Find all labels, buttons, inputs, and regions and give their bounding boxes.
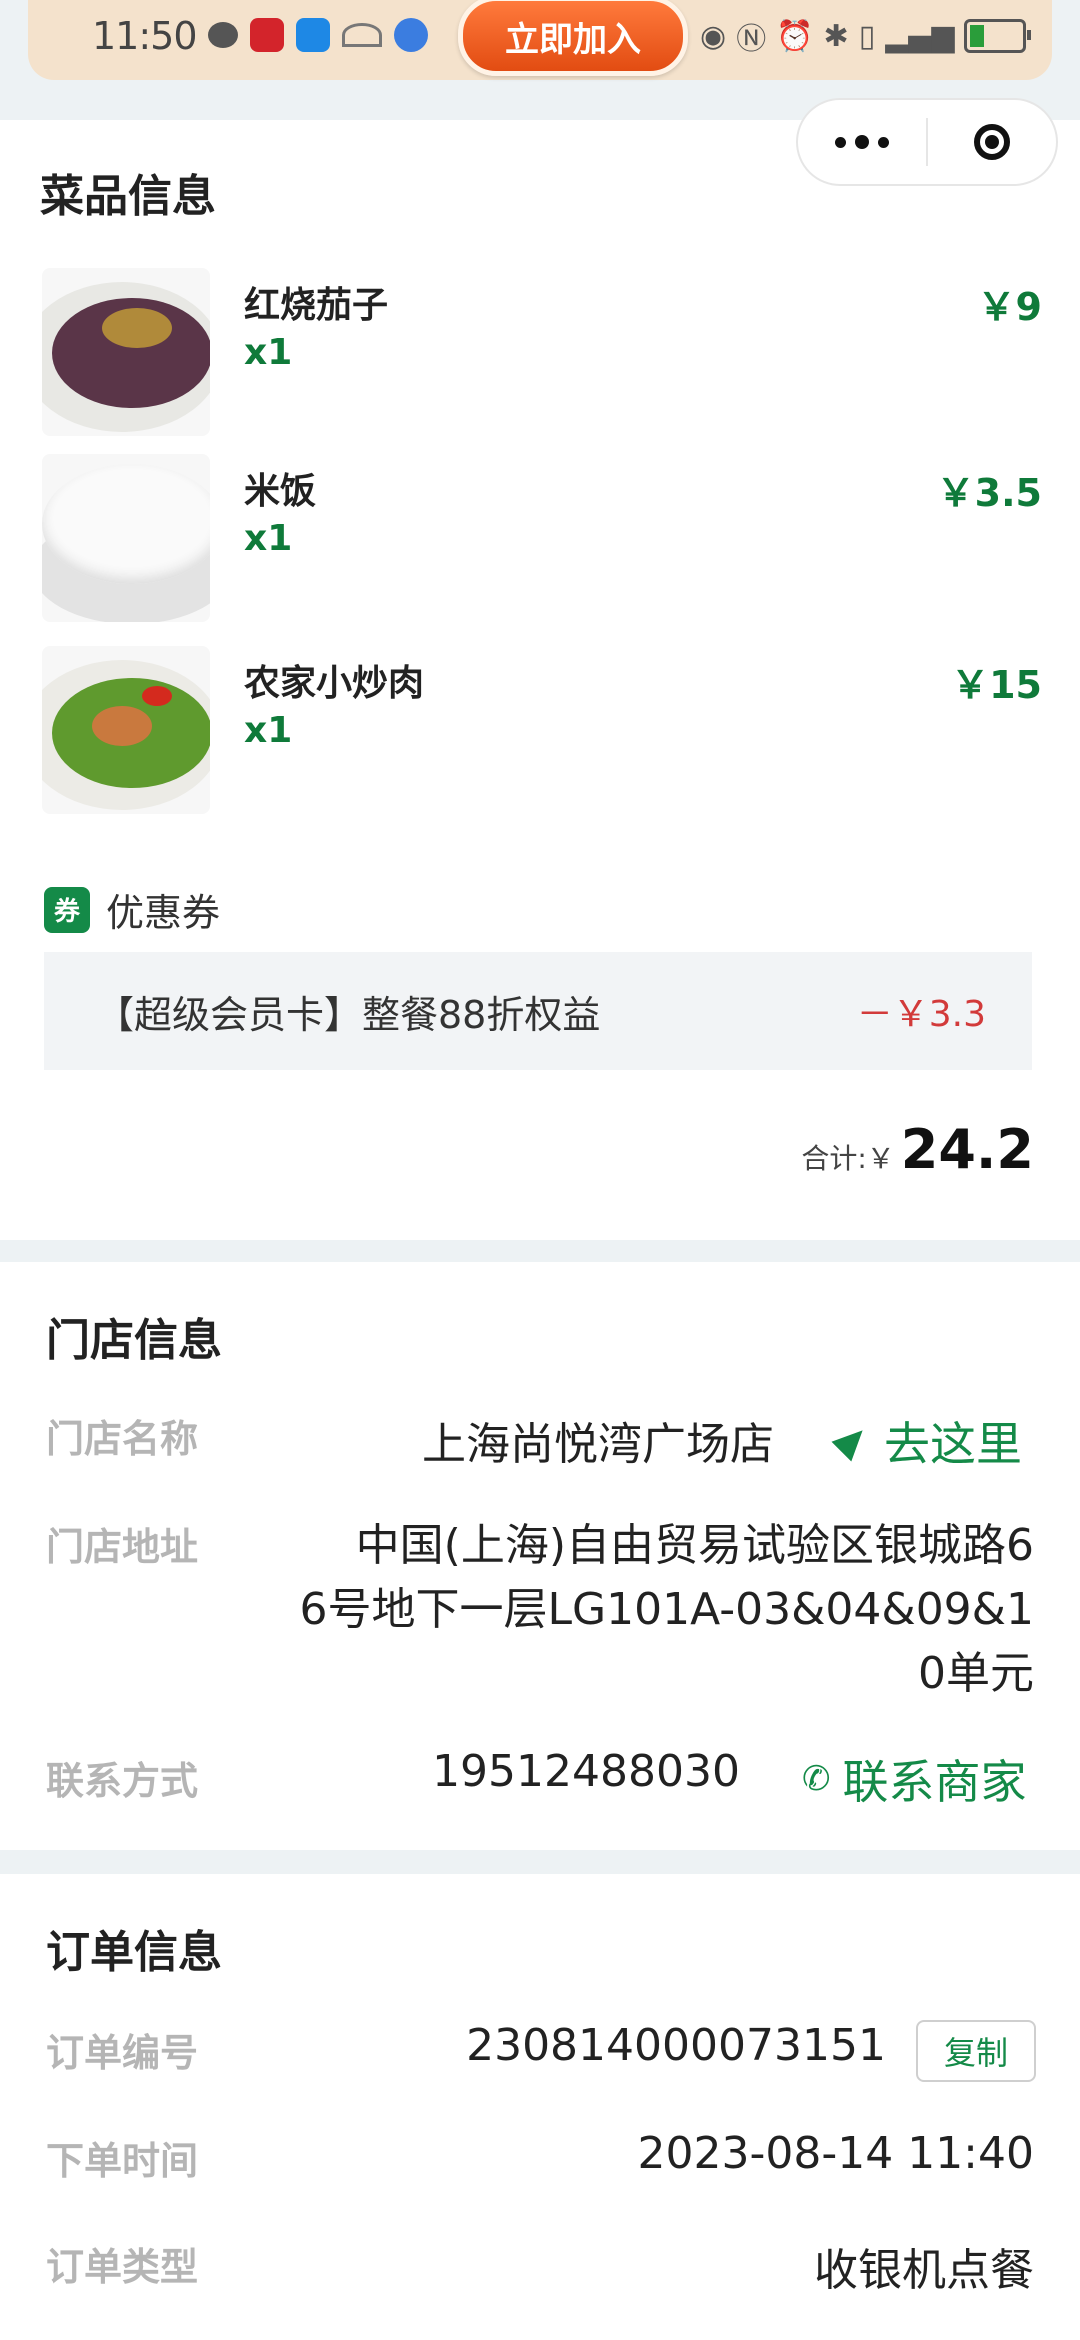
close-target-icon (974, 124, 1010, 160)
order-number-label: 订单编号 (46, 2031, 199, 2075)
store-address-value: 中国(上海)自由贸易试验区银城路6 6号地下一层LG101A-03&04&09&… (300, 1514, 1035, 1706)
dish-price: ￥15 (951, 663, 1042, 707)
order-card: 订单信息 订单编号 230814000073151 复制 下单时间 2023-0… (0, 1874, 1080, 2340)
dish-image (42, 646, 210, 814)
dishes-card: 菜品信息 红烧茄子 x1 ￥9 米饭 x1 ￥3.5 农家小炒肉 x1 ￥15 (0, 120, 1080, 1240)
mini-program-capsule (796, 98, 1058, 186)
status-icons-left (208, 18, 428, 52)
copy-button[interactable]: 复制 (916, 2020, 1036, 2082)
coupon-discount: －￥3.3 (856, 994, 986, 1035)
dish-item[interactable]: 红烧茄子 x1 ￥9 (42, 268, 1042, 438)
address-line: 0单元 (918, 1648, 1034, 1699)
coupon-label: 优惠券 (106, 891, 221, 935)
dish-quantity: x1 (244, 332, 293, 373)
dish-name: 红烧茄子 (244, 285, 389, 326)
coupon-icon: 券 (44, 886, 90, 933)
coupon-text: 【超级会员卡】整餐88折权益 (96, 992, 601, 1037)
dish-name: 农家小炒肉 (244, 663, 425, 704)
dish-price: ￥3.5 (936, 471, 1042, 515)
contact-phone: 19512488030 (432, 1746, 740, 1797)
order-number-value: 230814000073151 (466, 2020, 886, 2071)
order-section-title: 订单信息 (46, 1927, 222, 1978)
sauce-shape (102, 308, 172, 348)
top-banner: 11:50 立即加入 ◉ Ⓝ ⏰ ✱ ▯ ▂▄▆ (28, 0, 1052, 80)
contact-merchant-link[interactable]: ✆ 联系商家 (802, 1746, 1027, 1812)
total-label: 合计:￥ (801, 1142, 895, 1175)
order-type-value: 收银机点餐 (814, 2245, 1034, 2296)
wps-icon (250, 18, 284, 52)
search-app-icon (296, 18, 330, 52)
address-line: 6号地下一层LG101A-03&04&09&1 (299, 1584, 1035, 1635)
signal-icon: ▂▄▆ (885, 18, 955, 54)
order-type-label: 订单类型 (46, 2245, 199, 2289)
order-total: 合计:￥ 24.2 (801, 1118, 1034, 1181)
navigate-arrow-icon (831, 1420, 873, 1462)
close-mini-program-button[interactable] (928, 124, 1056, 160)
dish-quantity: x1 (244, 710, 293, 751)
battery-icon (964, 19, 1032, 53)
order-time-label: 下单时间 (46, 2139, 199, 2183)
wifi-icon (342, 23, 382, 47)
nfc-icon: Ⓝ (736, 22, 767, 57)
dish-quantity: x1 (244, 518, 293, 559)
join-now-button[interactable]: 立即加入 (458, 0, 688, 76)
dish-image (42, 454, 210, 622)
store-address-label: 门店地址 (46, 1525, 199, 1569)
status-icons-right: ◉ Ⓝ ⏰ ✱ ▯ ▂▄▆ (700, 14, 1032, 58)
vibrate-icon: ▯ (858, 18, 876, 54)
more-options-button[interactable] (798, 135, 926, 149)
navigate-link[interactable]: 去这里 (831, 1408, 1022, 1474)
navigate-label: 去这里 (884, 1417, 1022, 1471)
dish-image (42, 268, 210, 436)
rice-shape (42, 464, 210, 584)
status-time: 11:50 (92, 14, 198, 58)
phone-icon: ✆ (802, 1759, 831, 1799)
store-section-title: 门店信息 (46, 1315, 222, 1366)
dish-item[interactable]: 农家小炒肉 x1 ￥15 (42, 646, 1042, 816)
store-name-value: 上海尚悦湾广场店 (422, 1419, 774, 1470)
dishes-section-title: 菜品信息 (40, 171, 216, 222)
dish-item[interactable]: 米饭 x1 ￥3.5 (42, 454, 1042, 624)
contact-merchant-label: 联系商家 (842, 1755, 1027, 1809)
store-name-label: 门店名称 (46, 1417, 199, 1461)
address-line: 中国(上海)自由贸易试验区银城路6 (355, 1520, 1034, 1571)
wechat-icon (208, 22, 238, 48)
store-card: 门店信息 门店名称 上海尚悦湾广场店 去这里 门店地址 中国(上海)自由贸易试验… (0, 1262, 1080, 1850)
meat-shape (92, 706, 152, 746)
browser-icon (394, 18, 428, 52)
chili-shape (142, 686, 172, 706)
more-dots-icon (835, 136, 846, 148)
dish-price: ￥9 (977, 285, 1042, 329)
bluetooth-icon: ✱ (823, 18, 849, 54)
order-time-value: 2023-08-14 11:40 (637, 2128, 1035, 2179)
coupon-header: 券 优惠券 (44, 882, 220, 937)
coupon-item[interactable]: 【超级会员卡】整餐88折权益 －￥3.3 (44, 952, 1032, 1070)
eye-icon: ◉ (700, 18, 727, 54)
total-value: 24.2 (900, 1118, 1034, 1181)
alarm-icon: ⏰ (776, 18, 814, 54)
contact-label: 联系方式 (46, 1759, 199, 1803)
dish-name: 米饭 (244, 471, 317, 512)
